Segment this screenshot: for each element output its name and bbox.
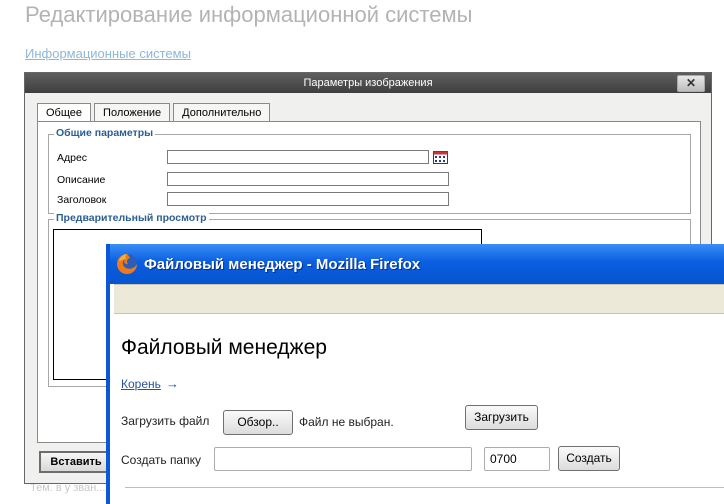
create-folder-label: Создать папку <box>121 453 201 467</box>
tab-general[interactable]: Общее <box>37 103 92 123</box>
upload-button[interactable]: Загрузить <box>465 405 538 430</box>
dialog-titlebar: Параметры изображения ✕ <box>25 73 711 93</box>
file-manager-heading: Файловый менеджер <box>121 336 327 359</box>
close-button[interactable]: ✕ <box>677 75 705 92</box>
insert-button[interactable]: Вставить <box>39 451 113 473</box>
general-parameters-legend: Общие параметры <box>54 127 156 139</box>
description-input[interactable] <box>167 172 449 186</box>
dialog-title: Параметры изображения <box>303 77 433 89</box>
file-table-top <box>125 487 724 496</box>
address-input[interactable] <box>167 150 429 164</box>
general-parameters-fieldset: Общие параметры Адрес Описание Заголовок <box>48 127 691 214</box>
tab-advanced[interactable]: Дополнительно <box>173 103 271 122</box>
root-link[interactable]: Корень <box>121 377 161 391</box>
firefox-window-title: Файловый менеджер - Mozilla Firefox <box>144 256 421 273</box>
firefox-logo-icon <box>117 254 137 274</box>
firefox-titlebar: Файловый менеджер - Mozilla Firefox <box>110 244 724 284</box>
tab-position[interactable]: Положение <box>94 103 171 122</box>
firefox-toolbar <box>114 284 724 314</box>
browse-button[interactable]: Обзор.. <box>223 410 293 435</box>
information-systems-link[interactable]: Информационные системы <box>25 46 191 61</box>
preview-legend: Предварительный просмотр <box>54 212 209 224</box>
dialog-tabs: Общее Положение Дополнительно <box>37 103 273 123</box>
page-title: Редактирование информационной системы <box>25 2 473 27</box>
browse-icon[interactable] <box>433 151 448 164</box>
folder-name-input[interactable] <box>214 447 472 471</box>
heading-input[interactable] <box>167 192 449 206</box>
address-label: Адрес <box>57 152 88 164</box>
no-file-selected-text: Файл не выбран. <box>299 415 394 429</box>
permissions-input[interactable]: 0700 <box>484 447 550 471</box>
heading-label: Заголовок <box>57 194 107 206</box>
firefox-window: Файловый менеджер - Mozilla Firefox Файл… <box>106 244 724 504</box>
file-manager-content: Файловый менеджер Корень → Загрузить фай… <box>110 314 724 504</box>
root-arrow-icon: → <box>166 376 179 391</box>
create-folder-button[interactable]: Создать <box>558 446 620 471</box>
description-label: Описание <box>57 174 106 186</box>
upload-file-label: Загрузить файл <box>121 414 210 428</box>
